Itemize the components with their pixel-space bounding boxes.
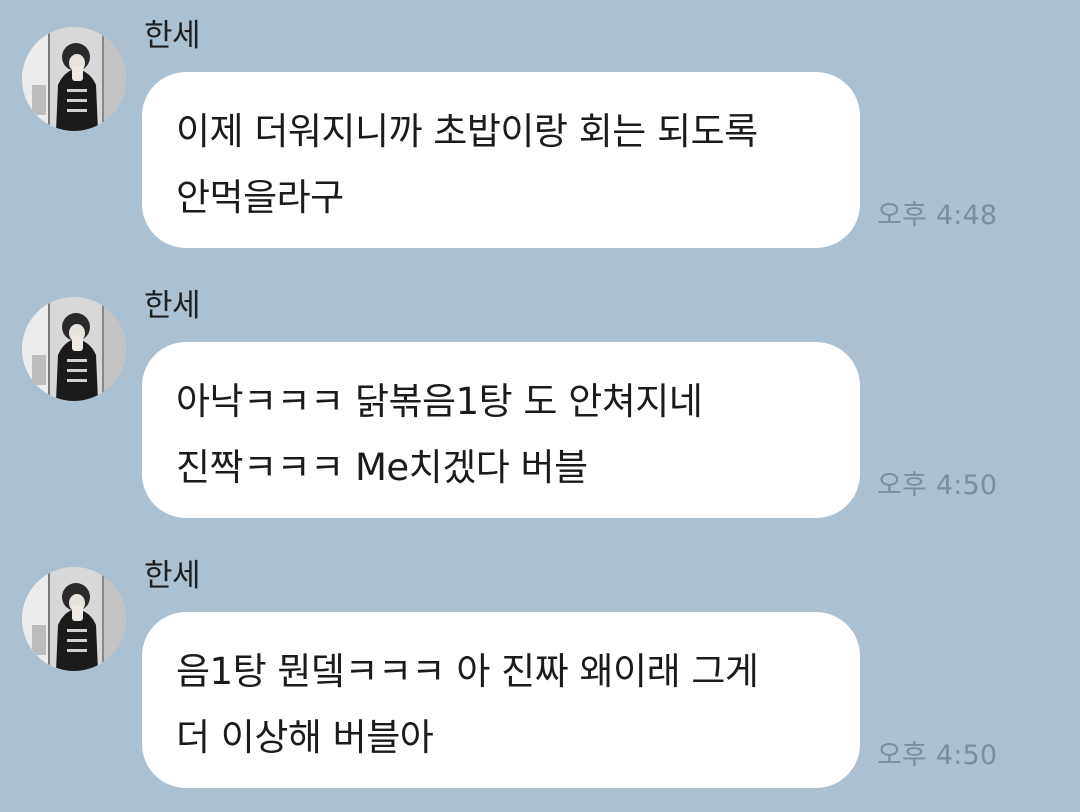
profile-photo-icon (22, 567, 126, 671)
sender-name: 한세 (144, 558, 201, 594)
message-text: 음1탕 뭔뎈ㅋㅋㅋ 아 진짜 왜이래 그게 (176, 650, 759, 693)
profile-photo-icon (22, 27, 126, 131)
message-group: 한세 아낙ㅋㅋㅋ 닭볶음1탕 도 안쳐지네 진짝ㅋㅋㅋ Me치겠다 버블 오후 … (0, 270, 1080, 518)
message-group: 한세 이제 더워지니까 초밥이랑 회는 되도록 안먹을라구 오후 4:48 (0, 0, 1080, 248)
message-text: 진짝ㅋㅋㅋ Me치겠다 버블 (176, 446, 588, 489)
message-time: 오후 4:50 (877, 470, 998, 501)
avatar[interactable] (22, 27, 126, 131)
message-text: 아낙ㅋㅋㅋ 닭볶음1탕 도 안쳐지네 (176, 380, 703, 423)
chat-room: 한세 이제 더워지니까 초밥이랑 회는 되도록 안먹을라구 오후 4:48 한세… (0, 0, 1080, 812)
message-text: 안먹을라구 (176, 176, 344, 219)
avatar[interactable] (22, 567, 126, 671)
message-text: 이제 더워지니까 초밥이랑 회는 되도록 (176, 110, 758, 153)
message-time: 오후 4:48 (877, 200, 998, 231)
message-text: 더 이상해 버블아 (176, 716, 434, 759)
profile-photo-icon (22, 297, 126, 401)
message-bubble[interactable]: 이제 더워지니까 초밥이랑 회는 되도록 안먹을라구 (142, 72, 860, 248)
message-time: 오후 4:50 (877, 740, 998, 771)
sender-name: 한세 (144, 18, 201, 54)
sender-name: 한세 (144, 288, 201, 324)
message-group: 한세 음1탕 뭔뎈ㅋㅋㅋ 아 진짜 왜이래 그게 더 이상해 버블아 오후 4:… (0, 540, 1080, 788)
message-bubble[interactable]: 아낙ㅋㅋㅋ 닭볶음1탕 도 안쳐지네 진짝ㅋㅋㅋ Me치겠다 버블 (142, 342, 860, 518)
message-bubble[interactable]: 음1탕 뭔뎈ㅋㅋㅋ 아 진짜 왜이래 그게 더 이상해 버블아 (142, 612, 860, 788)
avatar[interactable] (22, 297, 126, 401)
